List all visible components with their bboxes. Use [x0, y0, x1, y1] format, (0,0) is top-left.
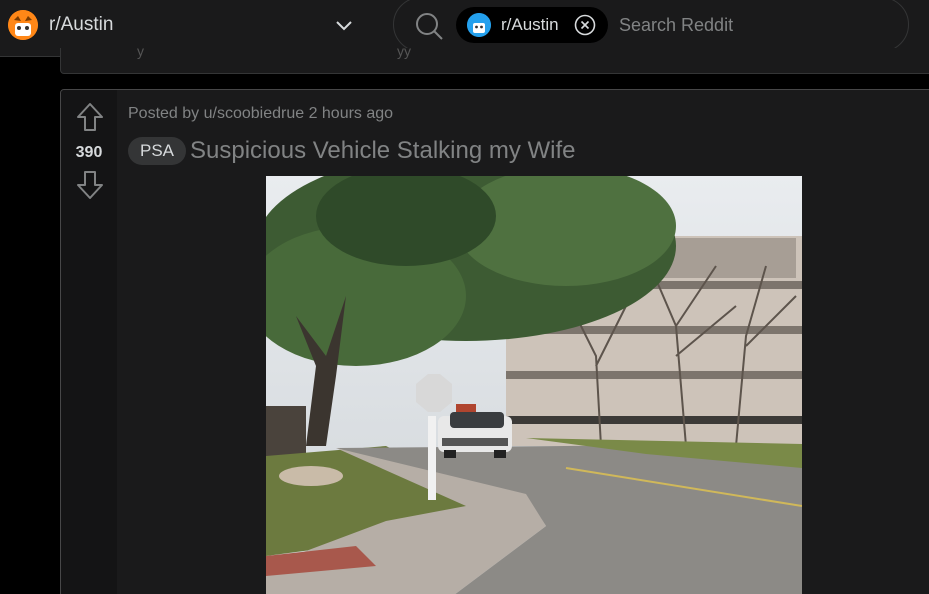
vote-score: 390: [75, 144, 103, 161]
subreddit-filter-chip[interactable]: r/Austin: [456, 7, 608, 43]
search-bar[interactable]: r/Austin Search Reddit: [393, 0, 909, 52]
search-icon: [414, 11, 444, 41]
post-title[interactable]: Suspicious Vehicle Stalking my Wife: [190, 137, 576, 165]
subreddit-avatar-icon[interactable]: [8, 10, 38, 40]
search-placeholder[interactable]: Search Reddit: [619, 15, 733, 36]
vote-column: 390: [61, 90, 117, 594]
post-card[interactable]: 390 Posted by u/scoobiedrue 2 hours ago …: [60, 89, 929, 594]
truncated-text-fragment: yy: [397, 43, 411, 59]
upvote-arrow-icon[interactable]: [75, 102, 105, 132]
chip-subreddit-avatar-icon: [467, 13, 491, 37]
post-image[interactable]: [266, 176, 802, 594]
post-flair[interactable]: PSA: [128, 137, 187, 165]
chevron-down-icon[interactable]: [333, 15, 355, 37]
close-circle-icon[interactable]: [574, 14, 596, 36]
subreddit-name[interactable]: r/Austin: [49, 14, 113, 36]
previous-post-card[interactable]: y yy: [60, 43, 929, 74]
truncated-text-fragment: y: [137, 43, 144, 59]
chip-label: r/Austin: [501, 15, 559, 34]
post-meta[interactable]: Posted by u/scoobiedrue 2 hours ago: [128, 105, 393, 123]
downvote-arrow-icon[interactable]: [75, 170, 105, 200]
